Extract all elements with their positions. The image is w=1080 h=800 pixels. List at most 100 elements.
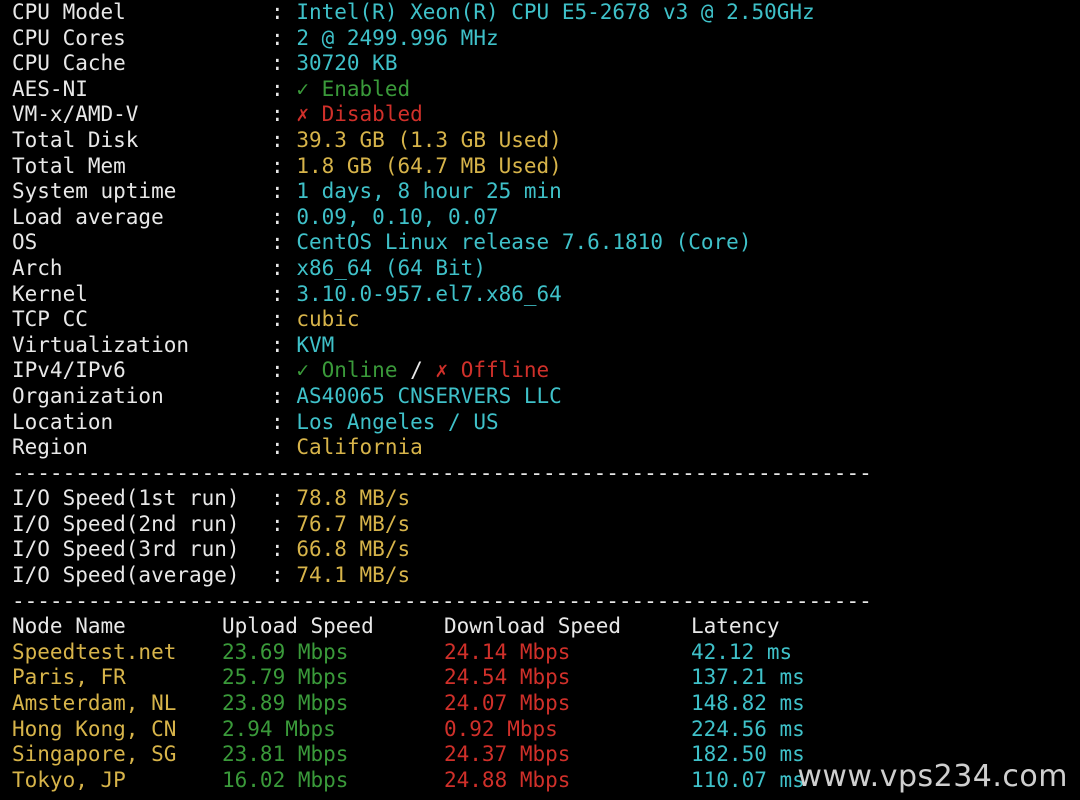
separator: : bbox=[271, 281, 284, 306]
sysinfo-value: Intel(R) Xeon(R) CPU E5-2678 v3 @ 2.50GH… bbox=[296, 0, 815, 24]
sysinfo-value: CentOS Linux release 7.6.1810 (Core) bbox=[296, 230, 752, 255]
separator: : bbox=[271, 51, 284, 76]
separator: : bbox=[271, 230, 284, 255]
sysinfo-label: Load average bbox=[12, 204, 164, 229]
upload-speed: 2.94 Mbps bbox=[222, 716, 336, 741]
geo-value: Los Angeles / US bbox=[296, 409, 499, 434]
download-speed: 24.07 Mbps bbox=[444, 691, 571, 716]
separator: : bbox=[271, 563, 284, 588]
sysinfo-label: Kernel bbox=[12, 281, 88, 306]
separator: : bbox=[271, 127, 284, 152]
header-download-speed: Download Speed bbox=[444, 614, 622, 639]
io-value: 76.7 MB/s bbox=[296, 511, 411, 536]
sysinfo-row: TCP CC: cubic bbox=[12, 307, 1072, 333]
sysinfo-row: Load average: 0.09, 0.10, 0.07 bbox=[12, 205, 1072, 231]
sysinfo-value: 1 days, 8 hour 25 min bbox=[296, 179, 562, 204]
sysinfo-label: CPU Cores bbox=[12, 25, 126, 50]
separator: : bbox=[271, 204, 284, 229]
geo-row: Organization: AS40065 CNSERVERS LLC bbox=[12, 384, 1072, 410]
separator: : bbox=[271, 25, 284, 50]
download-speed: 24.14 Mbps bbox=[444, 639, 571, 664]
sysinfo-value: 3.10.0-957.el7.x86_64 bbox=[296, 281, 562, 306]
io-value: 66.8 MB/s bbox=[296, 537, 411, 562]
upload-speed: 25.79 Mbps bbox=[222, 665, 349, 690]
sysinfo-row: CPU Cache: 30720 KB bbox=[12, 51, 1072, 77]
separator: : bbox=[271, 0, 284, 24]
sysinfo-label: CPU Model bbox=[12, 0, 126, 24]
separator: : bbox=[271, 153, 284, 178]
speed-table-row: Paris, FR 25.79 Mbps 24.54 Mbps 137.21 ms bbox=[12, 665, 1072, 691]
separator: : bbox=[271, 409, 284, 434]
header-node-name: Node Name bbox=[12, 614, 126, 639]
sysinfo-row: Kernel: 3.10.0-957.el7.x86_64 bbox=[12, 282, 1072, 308]
separator: : bbox=[271, 511, 284, 536]
io-label: I/O Speed(2nd run) bbox=[12, 511, 240, 536]
section-divider: ----------------------------------------… bbox=[12, 588, 872, 613]
upload-speed: 23.89 Mbps bbox=[222, 691, 349, 716]
sysinfo-value: 39.3 GB (1.3 GB Used) bbox=[296, 127, 562, 152]
sysinfo-label: CPU Cache bbox=[12, 51, 126, 76]
sysinfo-row: OS: CentOS Linux release 7.6.1810 (Core) bbox=[12, 230, 1072, 256]
latency: 42.12 ms bbox=[691, 639, 793, 664]
download-speed: 24.37 Mbps bbox=[444, 742, 571, 767]
sysinfo-row: VM-x/AMD-V: ✗ Disabled bbox=[12, 102, 1072, 128]
sysinfo-row: CPU Cores: 2 @ 2499.996 MHz bbox=[12, 26, 1072, 52]
geo-label: Region bbox=[12, 435, 88, 460]
io-row: I/O Speed(2nd run): 76.7 MB/s bbox=[12, 512, 1072, 538]
node-name: Amsterdam, NL bbox=[12, 691, 177, 716]
geo-value: California bbox=[296, 435, 423, 460]
separator: : bbox=[271, 332, 284, 357]
ipv6-status: ✗ Offline bbox=[435, 358, 550, 383]
ip-label: IPv4/IPv6 bbox=[12, 358, 126, 383]
sysinfo-value: 0.09, 0.10, 0.07 bbox=[296, 204, 499, 229]
watermark-text: www.vps234.com bbox=[797, 759, 1068, 794]
sysinfo-value: x86_64 (64 Bit) bbox=[296, 255, 486, 280]
sysinfo-label: Virtualization bbox=[12, 332, 190, 357]
sysinfo-label: Total Disk bbox=[12, 127, 139, 152]
sysinfo-label: OS bbox=[12, 230, 38, 255]
sysinfo-value: ✗ Disabled bbox=[296, 102, 423, 127]
download-speed: 24.88 Mbps bbox=[444, 767, 571, 792]
sysinfo-value: 1.8 GB (64.7 MB Used) bbox=[296, 153, 562, 178]
separator: : bbox=[271, 307, 284, 332]
sysinfo-row: CPU Model: Intel(R) Xeon(R) CPU E5-2678 … bbox=[12, 0, 1072, 26]
speed-table-row: Amsterdam, NL 23.89 Mbps 24.07 Mbps 148.82 … bbox=[12, 691, 1072, 717]
geo-value: AS40065 CNSERVERS LLC bbox=[296, 383, 562, 408]
sysinfo-value: ✓ Enabled bbox=[296, 76, 411, 101]
node-name: Singapore, SG bbox=[12, 742, 177, 767]
speed-table-header: Node Name Upload Speed Download Speed Laten… bbox=[12, 614, 1072, 640]
download-speed: 0.92 Mbps bbox=[444, 716, 558, 741]
upload-speed: 23.81 Mbps bbox=[222, 742, 349, 767]
io-row: I/O Speed(average): 74.1 MB/s bbox=[12, 563, 1072, 589]
sysinfo-row: Total Mem: 1.8 GB (64.7 MB Used) bbox=[12, 154, 1072, 180]
sysinfo-label: System uptime bbox=[12, 179, 177, 204]
download-speed: 24.54 Mbps bbox=[444, 665, 571, 690]
sysinfo-label: VM-x/AMD-V bbox=[12, 102, 139, 127]
header-upload-speed: Upload Speed bbox=[222, 614, 374, 639]
geo-row: Location: Los Angeles / US bbox=[12, 410, 1072, 436]
io-row: I/O Speed(3rd run): 66.8 MB/s bbox=[12, 537, 1072, 563]
upload-speed: 16.02 Mbps bbox=[222, 767, 349, 792]
node-name: Speedtest.net bbox=[12, 639, 177, 664]
sysinfo-label: Arch bbox=[12, 255, 63, 280]
io-row: I/O Speed(1st run): 78.8 MB/s bbox=[12, 486, 1072, 512]
sysinfo-row: Total Disk: 39.3 GB (1.3 GB Used) bbox=[12, 128, 1072, 154]
speed-table-row: Hong Kong, CN 2.94 Mbps 0.92 Mbps 224.56 ms bbox=[12, 717, 1072, 743]
speed-table-row: Speedtest.net 23.69 Mbps 24.14 Mbps 42.12 m… bbox=[12, 640, 1072, 666]
latency: 137.21 ms bbox=[691, 665, 805, 690]
terminal-output: CPU Model: Intel(R) Xeon(R) CPU E5-2678 … bbox=[12, 0, 1072, 793]
sysinfo-value: cubic bbox=[296, 307, 360, 332]
sysinfo-value: KVM bbox=[296, 332, 335, 357]
sysinfo-label: Total Mem bbox=[12, 153, 126, 178]
header-latency: Latency bbox=[691, 614, 780, 639]
geo-label: Location bbox=[12, 409, 114, 434]
separator: : bbox=[271, 102, 284, 127]
sysinfo-row: System uptime: 1 days, 8 hour 25 min bbox=[12, 179, 1072, 205]
separator: : bbox=[271, 358, 284, 383]
ip-row: IPv4/IPv6: ✓ Online / ✗ Offline bbox=[12, 358, 1072, 384]
sysinfo-value: 30720 KB bbox=[296, 51, 398, 76]
node-name: Hong Kong, CN bbox=[12, 716, 177, 741]
sysinfo-row: Virtualization: KVM bbox=[12, 333, 1072, 359]
sysinfo-value: 2 @ 2499.996 MHz bbox=[296, 25, 499, 50]
node-name: Paris, FR bbox=[12, 665, 126, 690]
